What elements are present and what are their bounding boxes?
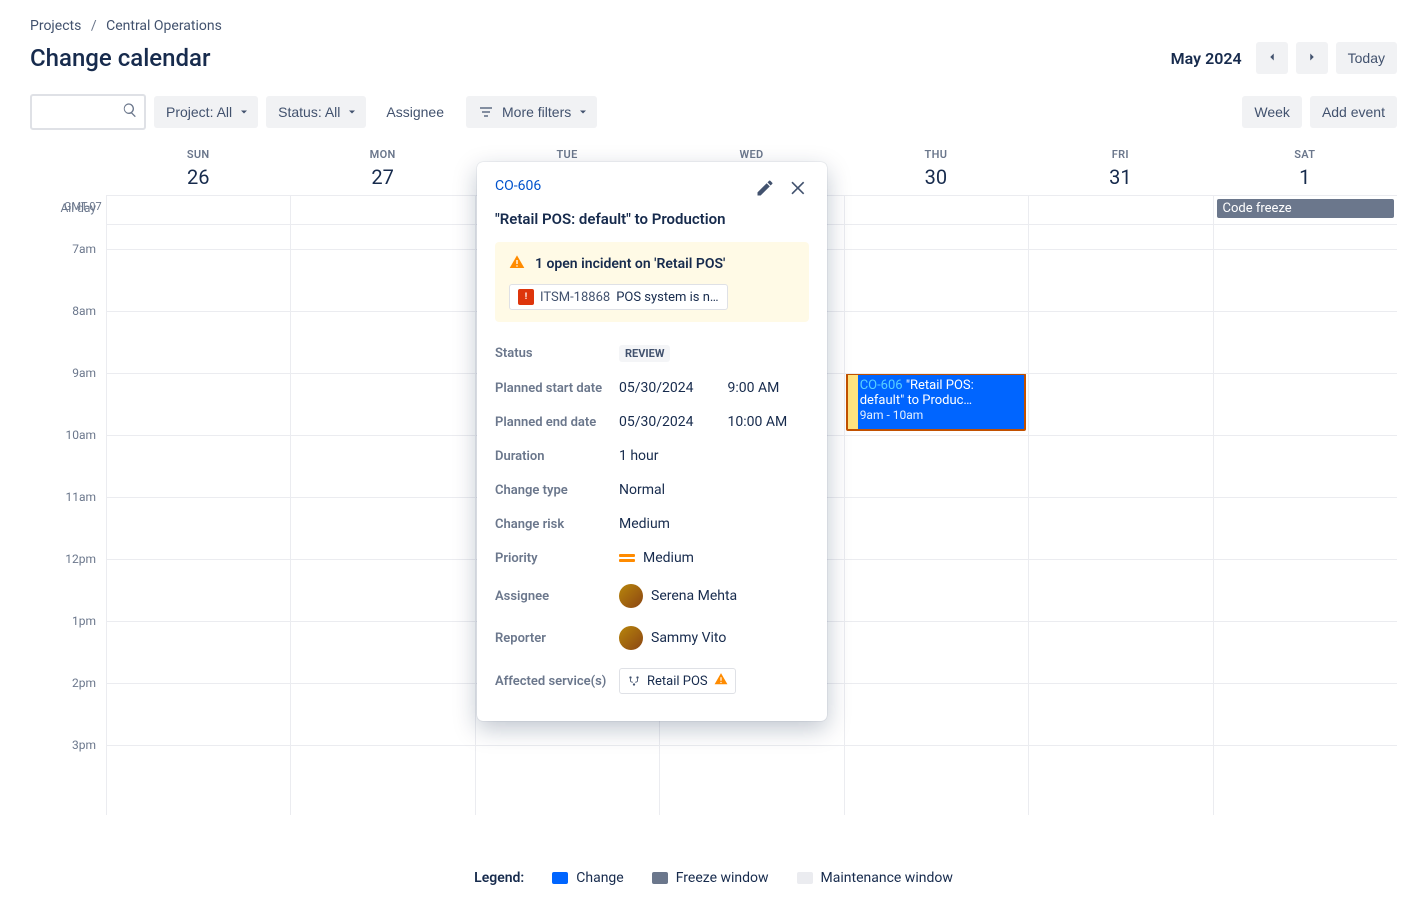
allday-cell-sun[interactable] <box>106 196 290 224</box>
swatch-maint <box>797 872 813 884</box>
card-title: "Retail POS: default" to Production <box>495 210 809 228</box>
service-icon <box>627 674 641 688</box>
service-chip[interactable]: Retail POS <box>619 668 736 694</box>
calendar-event[interactable]: CO-606 "Retail POS: default" to Produc…9… <box>846 373 1026 431</box>
time-label: 8am <box>72 304 96 318</box>
search-icon <box>122 102 138 122</box>
day-header-sat: SAT1 <box>1213 140 1397 195</box>
duration-value: 1 hour <box>619 448 809 464</box>
allday-cell-fri[interactable] <box>1028 196 1212 224</box>
day-header-thu: THU30 <box>844 140 1028 195</box>
legend-label: Legend: <box>474 870 524 886</box>
reporter-label: Reporter <box>495 631 619 646</box>
change-risk-value: Medium <box>619 516 809 532</box>
incident-key: ITSM-18868 <box>540 290 610 305</box>
next-button[interactable] <box>1296 42 1328 74</box>
warning-icon <box>714 672 728 690</box>
event-key: CO-606 <box>860 378 903 393</box>
time-label: 9am <box>72 366 96 380</box>
day-col-mon[interactable] <box>290 225 474 815</box>
today-button[interactable]: Today <box>1336 42 1397 74</box>
event-warning-stripe <box>846 373 858 431</box>
start-date: 05/30/2024 <box>619 380 694 396</box>
duration-label: Duration <box>495 449 619 464</box>
chevron-left-icon <box>1265 50 1279 67</box>
incident-type-icon: ! <box>518 289 534 305</box>
day-col-fri[interactable] <box>1028 225 1212 815</box>
assignee-value: Serena Mehta <box>651 588 737 604</box>
day-header-fri: FRI31 <box>1028 140 1212 195</box>
more-filters-button[interactable]: More filters <box>466 96 597 128</box>
chevron-down-icon <box>238 106 250 118</box>
status-label: Status <box>495 346 619 361</box>
warning-icon <box>509 254 525 274</box>
end-label: Planned end date <box>495 415 619 430</box>
allday-cell-mon[interactable] <box>290 196 474 224</box>
day-header-sun: SUN26 <box>106 140 290 195</box>
event-time: 9am - 10am <box>860 408 924 422</box>
breadcrumb-projects[interactable]: Projects <box>30 18 81 34</box>
time-label: 11am <box>65 490 96 504</box>
assignee-label: Assignee <box>495 589 619 604</box>
allday-event-code-freeze[interactable]: Code freeze <box>1217 199 1394 218</box>
priority-value: Medium <box>643 550 694 566</box>
add-event-button[interactable]: Add event <box>1310 96 1397 128</box>
card-issue-key[interactable]: CO-606 <box>495 178 541 194</box>
day-col-sun[interactable] <box>106 225 290 815</box>
change-type-value: Normal <box>619 482 809 498</box>
change-risk-label: Change risk <box>495 517 619 532</box>
swatch-change <box>552 872 568 884</box>
end-time: 10:00 AM <box>728 414 788 430</box>
change-type-label: Change type <box>495 483 619 498</box>
project-filter[interactable]: Project: All <box>154 96 258 128</box>
breadcrumb: Projects / Central Operations <box>30 18 1397 34</box>
services-label: Affected service(s) <box>495 674 619 689</box>
swatch-freeze <box>652 872 668 884</box>
time-label: 2pm <box>72 676 96 690</box>
day-col-sat[interactable] <box>1213 225 1397 815</box>
chevron-down-icon <box>577 106 589 118</box>
page-title: Change calendar <box>30 44 210 72</box>
reporter-value: Sammy Vito <box>651 630 726 646</box>
priority-label: Priority <box>495 551 619 566</box>
event-details-popover: CO-606 "Retail POS: default" to Producti… <box>477 162 827 721</box>
month-label: May 2024 <box>1171 49 1242 68</box>
legend-freeze: Freeze window <box>652 870 769 886</box>
week-button[interactable]: Week <box>1242 96 1302 128</box>
time-label: 3pm <box>72 738 96 752</box>
start-label: Planned start date <box>495 381 619 396</box>
legend-change: Change <box>552 870 623 886</box>
time-label: 12pm <box>65 552 96 566</box>
service-name: Retail POS <box>647 674 708 689</box>
edit-icon[interactable] <box>755 178 775 202</box>
timezone-label: GMT-07 <box>64 200 102 213</box>
chevron-down-icon <box>346 106 358 118</box>
time-label: 1pm <box>72 614 96 628</box>
incident-warning-panel: 1 open incident on 'Retail POS' ! ITSM-1… <box>495 242 809 322</box>
assignee-filter[interactable]: Assignee <box>374 96 458 128</box>
filter-icon <box>478 104 494 120</box>
start-time: 9:00 AM <box>728 380 780 396</box>
status-lozenge[interactable]: REVIEW <box>619 345 670 362</box>
day-col-thu[interactable]: CO-606 "Retail POS: default" to Produc…9… <box>844 225 1028 815</box>
time-label: 10am <box>65 428 96 442</box>
close-icon[interactable] <box>789 178 809 202</box>
reporter-avatar[interactable] <box>619 626 643 650</box>
incident-banner-text: 1 open incident on 'Retail POS' <box>535 256 725 272</box>
allday-cell-thu[interactable] <box>844 196 1028 224</box>
incident-chip[interactable]: ! ITSM-18868 POS system is n… <box>509 284 728 310</box>
chevron-right-icon <box>1305 50 1319 67</box>
assignee-avatar[interactable] <box>619 584 643 608</box>
breadcrumb-current[interactable]: Central Operations <box>106 18 222 34</box>
allday-cell-sat[interactable]: Code freeze <box>1213 196 1397 224</box>
prev-button[interactable] <box>1256 42 1288 74</box>
legend-maintenance: Maintenance window <box>797 870 953 886</box>
end-date: 05/30/2024 <box>619 414 694 430</box>
status-filter[interactable]: Status: All <box>266 96 366 128</box>
priority-medium-icon <box>619 554 635 562</box>
time-label: 7am <box>72 242 96 256</box>
incident-summary: POS system is n… <box>616 290 718 305</box>
search-input[interactable] <box>30 94 146 130</box>
day-header-mon: MON27 <box>290 140 474 195</box>
